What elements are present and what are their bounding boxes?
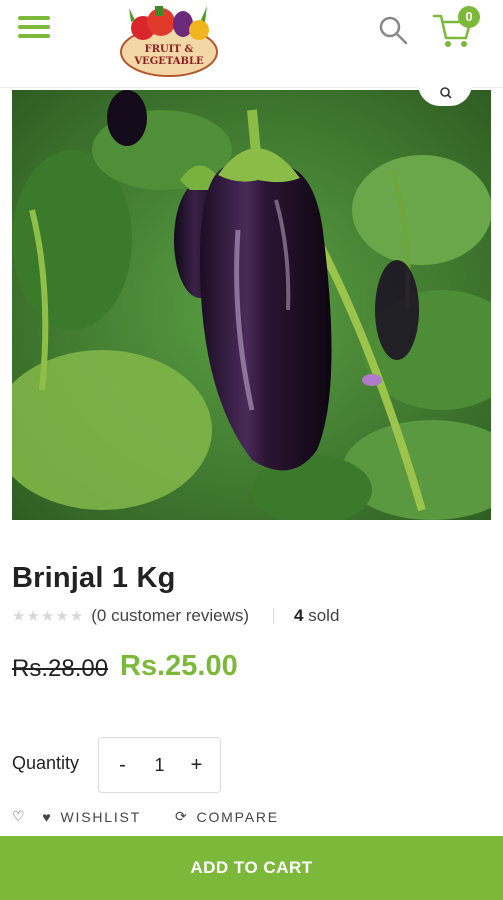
quantity-stepper: - 1 + (98, 737, 221, 793)
quantity-plus-button[interactable]: + (181, 754, 211, 777)
wishlist-label: WISHLIST (60, 808, 142, 825)
logo-text-line2: VEGETABLE (133, 56, 204, 67)
sale-price: Rs.25.00 (120, 650, 238, 682)
star-icon: ★ (69, 607, 84, 625)
logo-text-line1: FRUIT & (145, 44, 194, 55)
hamburger-menu-icon[interactable] (18, 16, 50, 42)
add-to-cart-button[interactable]: ADD TO CART (0, 836, 503, 900)
quantity-label: Quantity (12, 753, 80, 773)
wishlist-button[interactable]: ♡ ♥ WISHLIST (12, 808, 141, 825)
star-icon: ★ (12, 607, 26, 625)
divider (273, 608, 275, 624)
quantity-value[interactable]: 1 (154, 755, 164, 776)
sold-label: sold (303, 606, 340, 625)
search-icon[interactable] (377, 14, 409, 46)
compare-button[interactable]: ⟳ COMPARE (175, 808, 279, 825)
old-price: Rs.28.00 (12, 655, 109, 682)
reviews-link[interactable]: (0 customer reviews) (91, 606, 249, 626)
rating-row: ★ ★ ★ ★ ★ (0 customer reviews) 4 sold (12, 604, 339, 628)
star-icon: ★ (55, 607, 69, 625)
store-logo[interactable]: FRUIT & VEGETABLE (115, 0, 223, 82)
sold-count: 4 sold (294, 606, 339, 626)
product-title: Brinjal 1 Kg (12, 562, 176, 594)
quantity-minus-button[interactable]: - (107, 754, 137, 777)
compare-label: COMPARE (196, 808, 279, 825)
sold-number: 4 (294, 606, 304, 625)
star-rating: ★ ★ ★ ★ ★ (12, 609, 83, 624)
product-actions: ♡ ♥ WISHLIST ⟳ COMPARE (12, 808, 279, 825)
heart-outline-icon: ♡ (12, 808, 27, 824)
cart-count-badge: 0 (458, 6, 480, 28)
star-icon: ★ (26, 607, 40, 625)
product-image[interactable] (12, 90, 491, 520)
refresh-icon: ⟳ (175, 808, 189, 824)
star-icon: ★ (40, 607, 55, 625)
app-header: FRUIT & VEGETABLE 0 (0, 0, 503, 88)
heart-icon: ♥ (42, 808, 53, 825)
zoom-icon[interactable] (418, 84, 472, 106)
